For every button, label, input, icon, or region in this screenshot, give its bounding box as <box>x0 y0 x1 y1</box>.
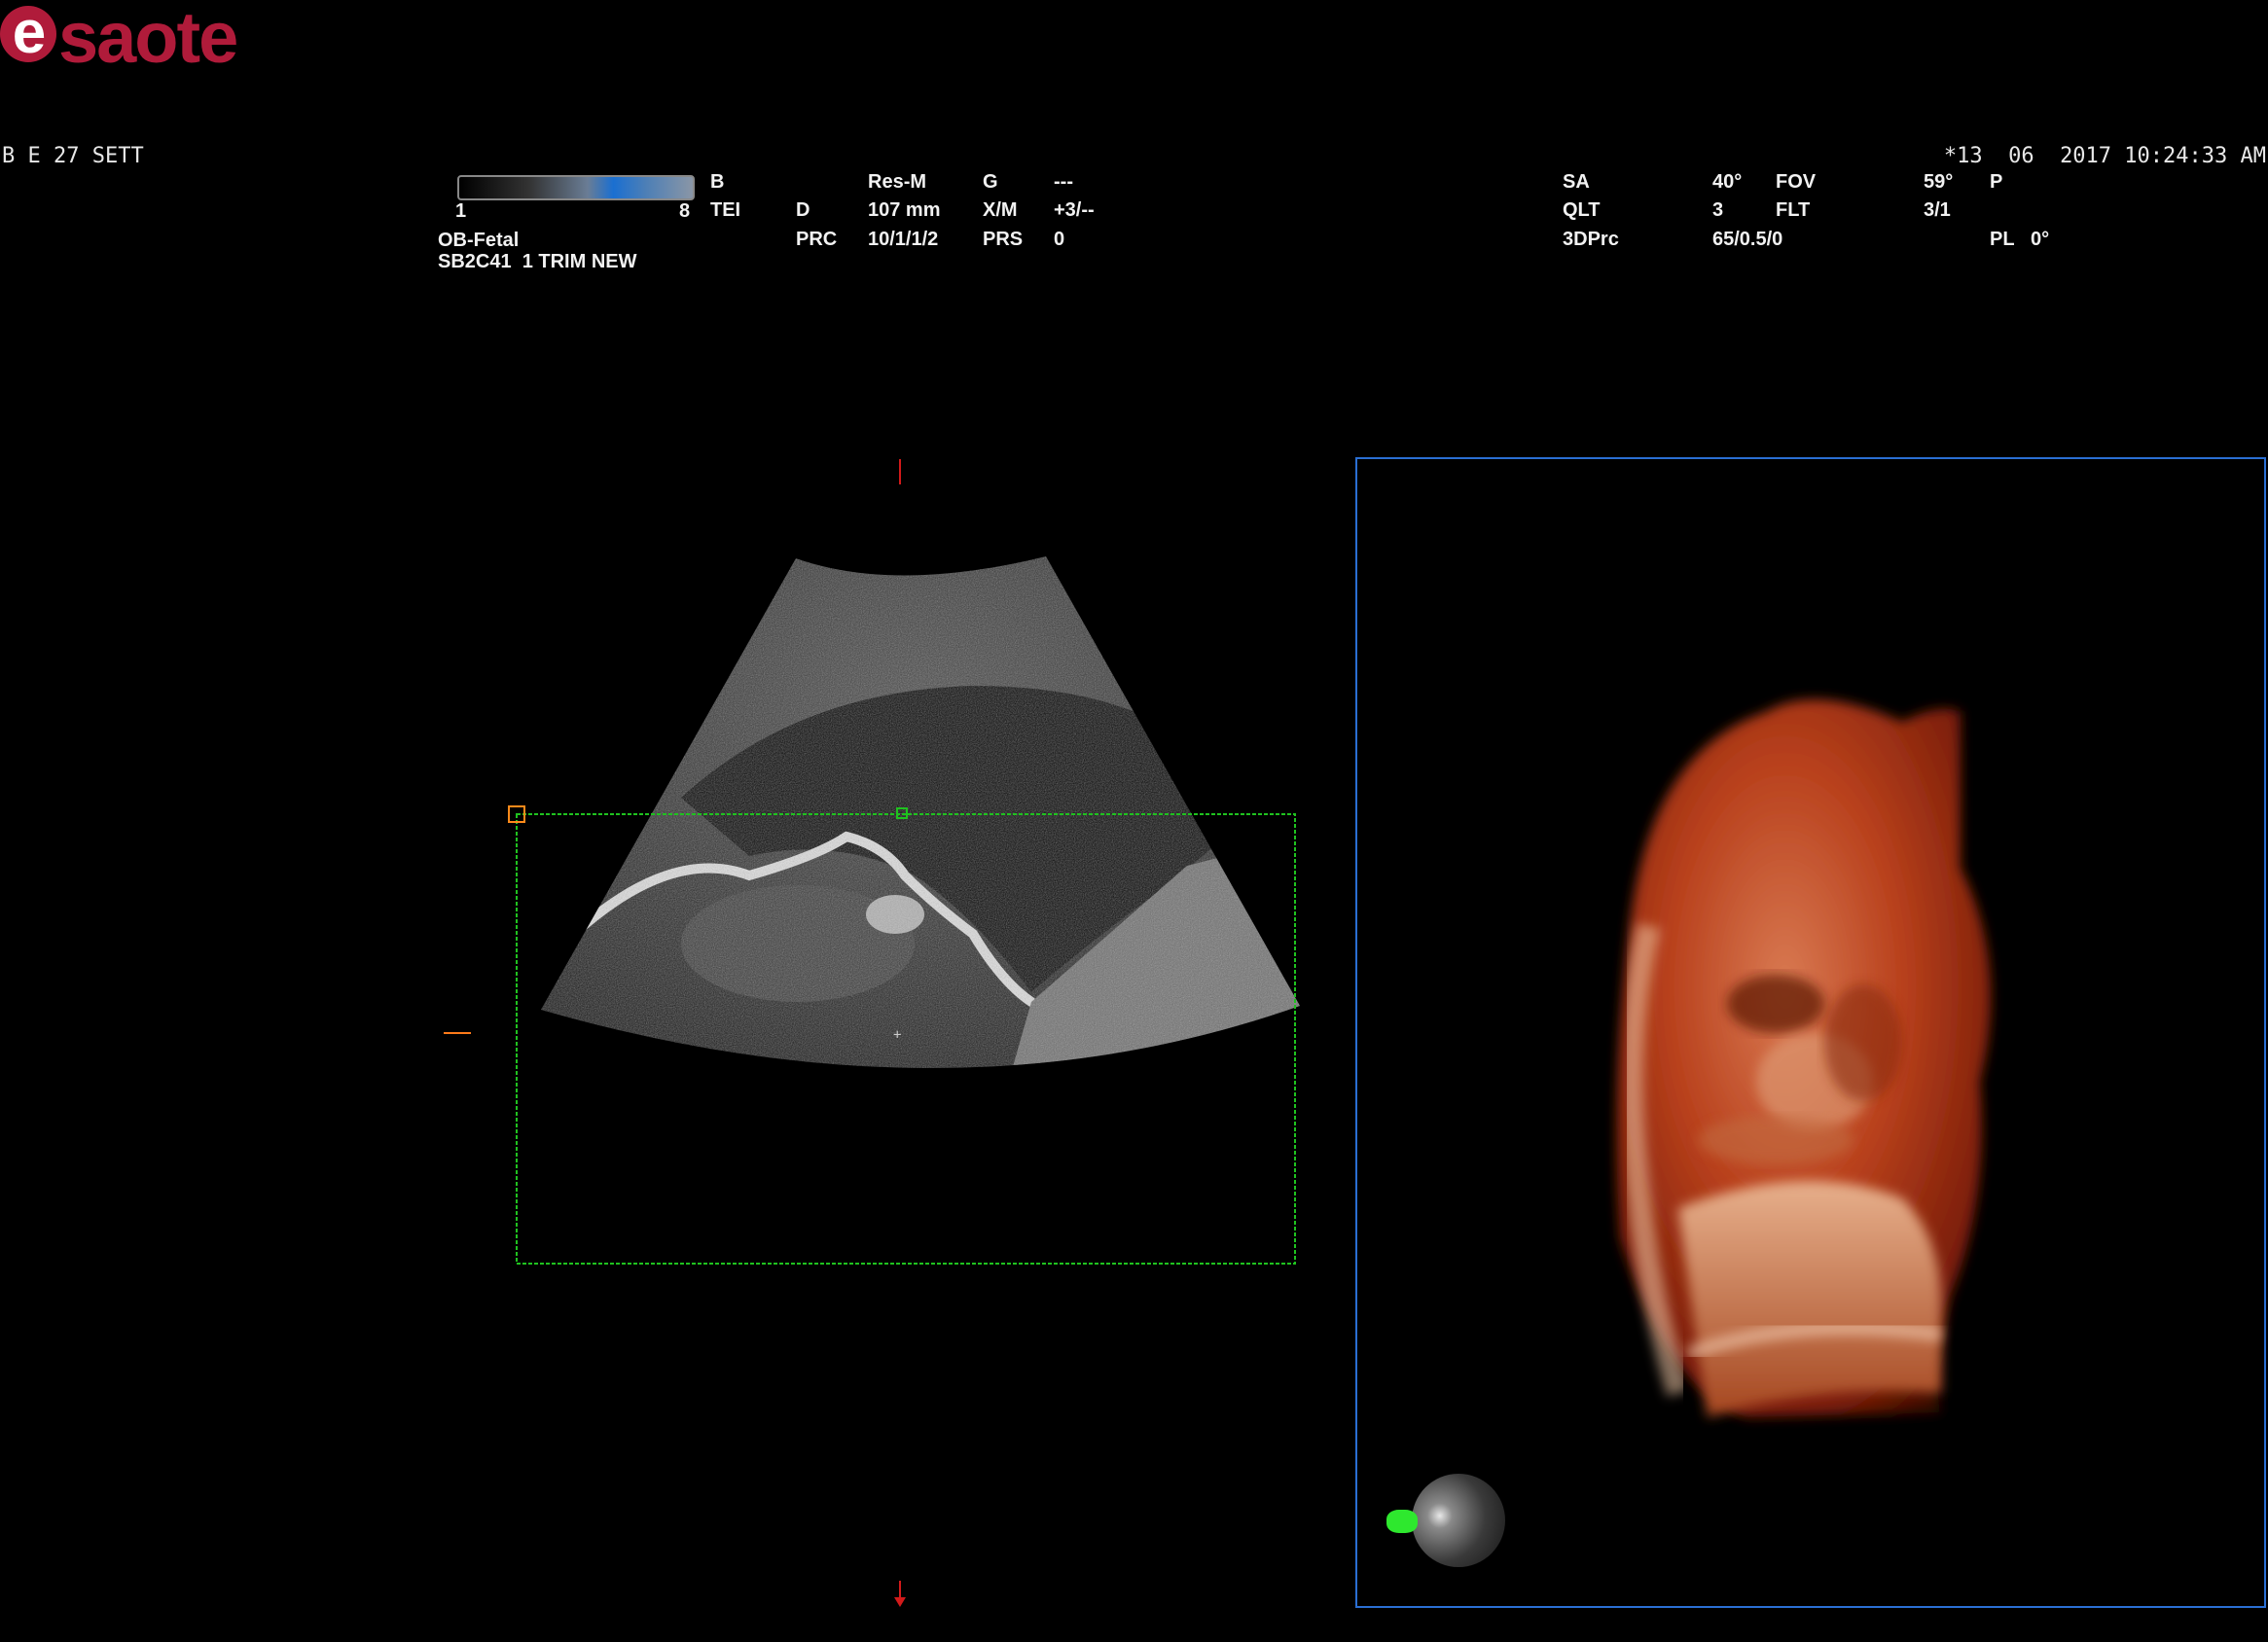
b-mode-image: + <box>444 459 1300 1607</box>
xm-value: +3/-- <box>1054 199 1095 221</box>
sa-value: 40° <box>1712 171 1743 193</box>
depth-label: D <box>796 199 810 221</box>
esaote-logo: e saote <box>0 2 238 74</box>
depth-value: 107 mm <box>868 199 941 221</box>
xm-label: X/M <box>983 199 1018 221</box>
orientation-sphere-icon[interactable] <box>1412 1474 1505 1567</box>
pl-value: 0° <box>2031 229 2050 250</box>
render-3d-panel[interactable] <box>1355 457 2266 1608</box>
pl-label: PL <box>1990 229 2015 250</box>
prs-value: 0 <box>1054 229 1065 250</box>
qlt-label: QLT <box>1563 199 1601 221</box>
probe-preset: SB2C41 1 TRIM NEW <box>438 251 637 272</box>
scale-min: 1 <box>455 200 467 222</box>
sa-label: SA <box>1563 171 1590 193</box>
prc-value: 10/1/1/2 <box>868 229 939 250</box>
gain-label: G <box>983 171 998 193</box>
tei-label: TEI <box>710 199 741 221</box>
scale-max: 8 <box>679 200 691 222</box>
3dprc-value: 65/0.5/0 <box>1712 229 1783 250</box>
patient-id: B E 27 SETT <box>2 144 144 168</box>
fov-value: 59° <box>1924 171 1954 193</box>
fetus-orientation-icon <box>1386 1510 1418 1533</box>
fov-label: FOV <box>1776 171 1817 193</box>
svg-text:+: + <box>893 1027 901 1043</box>
qlt-value: 3 <box>1712 199 1724 221</box>
gain-value: --- <box>1054 171 1073 193</box>
prc-label: PRC <box>796 229 838 250</box>
prs-label: PRS <box>983 229 1024 250</box>
flt-label: FLT <box>1776 199 1811 221</box>
mode-b: B <box>710 171 725 193</box>
3dprc-label: 3DPrc <box>1563 229 1619 250</box>
gray-scale-bar <box>457 175 695 200</box>
flt-value: 3/1 <box>1924 199 1951 221</box>
res-mode: Res-M <box>868 171 927 193</box>
date-time: *13 06 2017 10:24:33 AM <box>1943 144 2266 168</box>
preset-app: OB-Fetal <box>438 230 520 251</box>
fetal-3d-render <box>1616 699 1992 1417</box>
p-label: P <box>1990 171 2003 193</box>
